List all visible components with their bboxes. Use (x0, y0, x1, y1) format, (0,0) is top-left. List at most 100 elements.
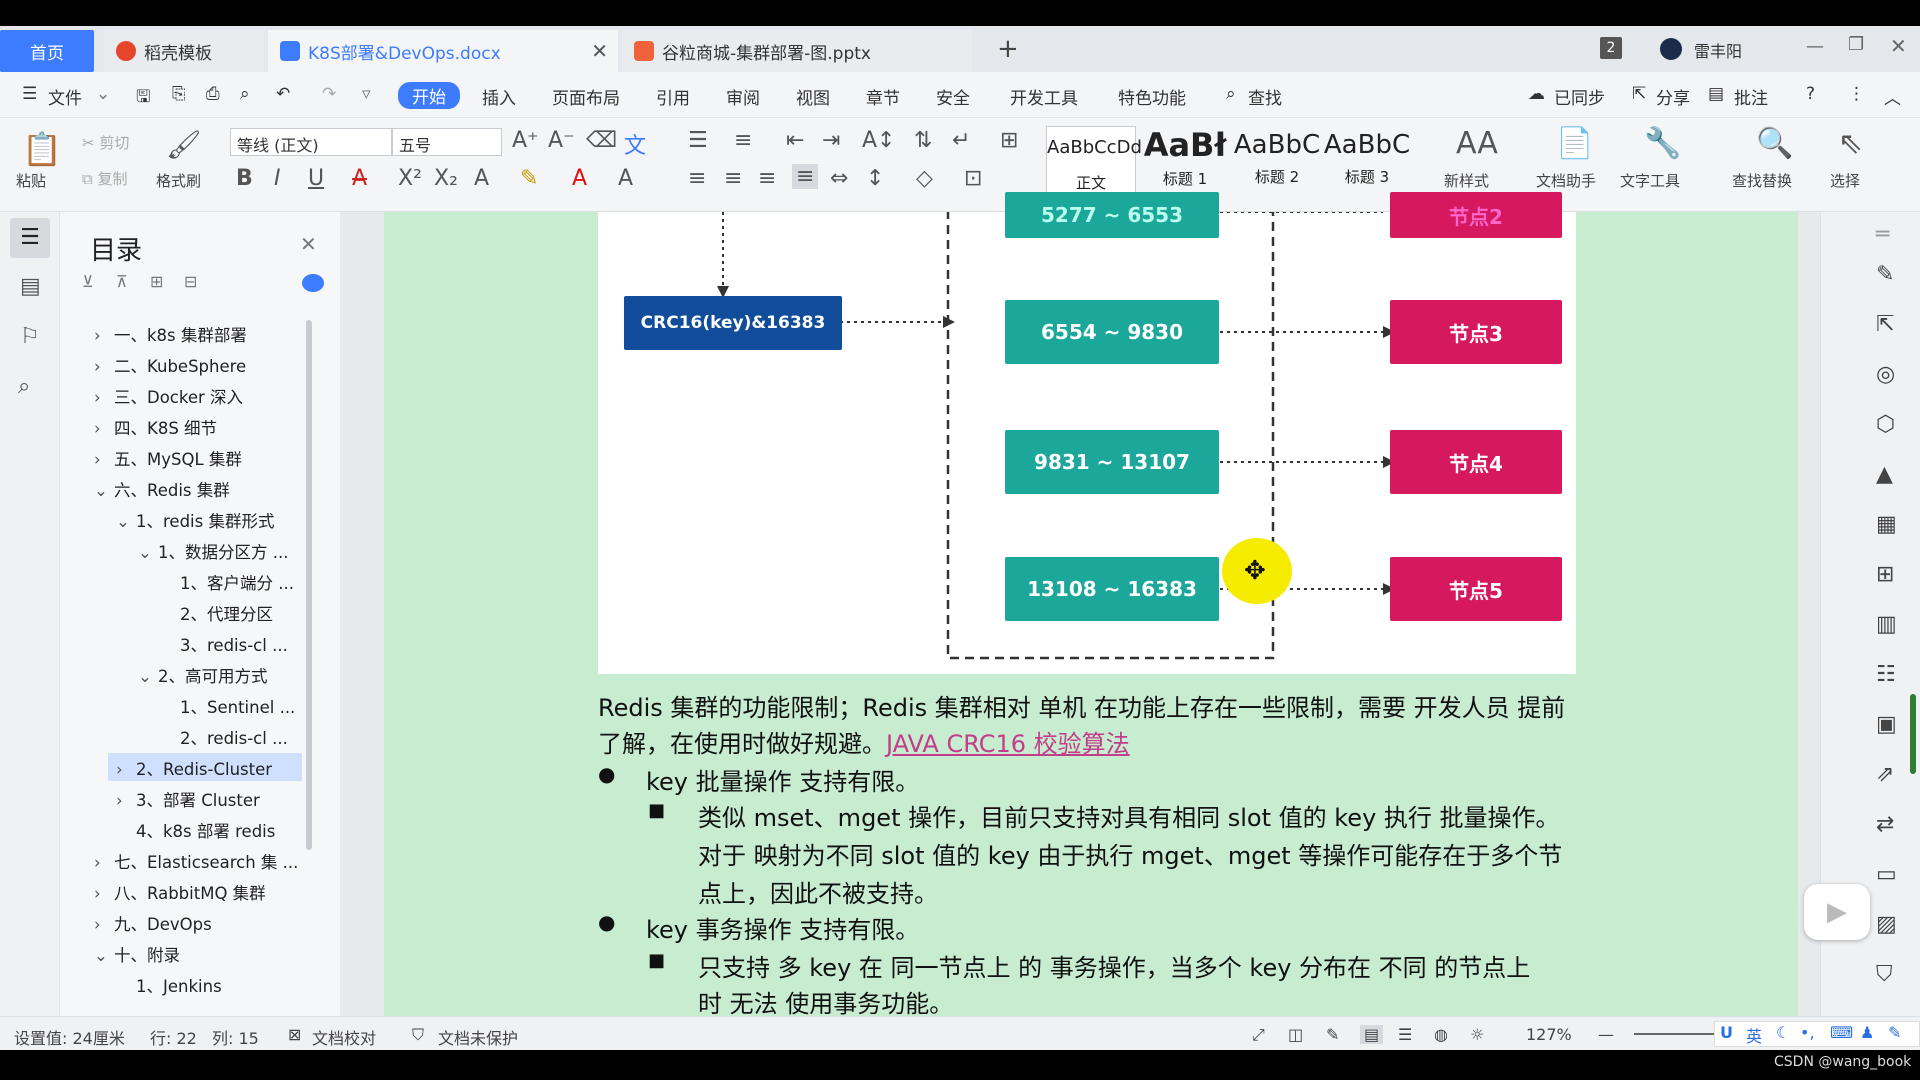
text-direction-icon[interactable]: A↕ (862, 128, 895, 153)
table-icon[interactable]: ⊞ (1000, 128, 1018, 153)
copy-button[interactable]: ⧉ 复制 (82, 168, 128, 189)
crc16-link[interactable]: JAVA CRC16 校验算法 (886, 730, 1130, 758)
menu-chapter[interactable]: 章节 (866, 84, 900, 109)
style-heading-2[interactable]: AaBbC 标题 2 (1232, 126, 1322, 204)
help-icon[interactable]: ? (1806, 84, 1815, 104)
smart-toc-icon[interactable] (302, 274, 324, 292)
grow-font-icon[interactable]: A⁺ (512, 128, 539, 153)
close-window-icon[interactable]: ✕ (1890, 34, 1907, 58)
strikethrough-icon[interactable]: A (352, 166, 367, 191)
toc-item[interactable]: › 五、MySQL 集群 (94, 446, 242, 470)
text-effect-icon[interactable]: A (474, 166, 489, 191)
outline-view-icon[interactable]: ☰ (1398, 1025, 1412, 1044)
toc-item[interactable]: › 一、k8s 集群部署 (94, 322, 247, 346)
add-heading-icon[interactable]: ⊞ (150, 272, 163, 291)
menu-insert[interactable]: 插入 (482, 84, 516, 109)
settings-sliders-icon[interactable]: ☷ (1876, 662, 1896, 687)
avatar[interactable] (1660, 38, 1682, 60)
zoom-slider[interactable] (1634, 1033, 1718, 1035)
close-icon[interactable]: ✕ (300, 232, 317, 256)
toc-item[interactable]: 3、redis-cl ... (180, 632, 288, 656)
tab-k8s-doc[interactable]: K8S部署&DevOps.docx ✕ (268, 30, 618, 72)
format-painter-button[interactable]: 格式刷 (156, 170, 201, 191)
toc-item[interactable]: 2、redis-cl ... (180, 725, 288, 749)
menu-file[interactable]: 文件 (48, 84, 82, 109)
toc-item[interactable]: › 二、KubeSphere (94, 353, 246, 377)
chevron-right-icon[interactable]: › (94, 450, 114, 469)
wrench-icon[interactable]: 🔧 (1644, 126, 1681, 161)
decrease-indent-icon[interactable]: ⇤ (786, 128, 804, 153)
export-icon[interactable]: ⎘ (172, 84, 186, 104)
superscript-icon[interactable]: X² (398, 166, 422, 191)
underline-icon[interactable]: U (308, 166, 324, 191)
tab-docer-templates[interactable]: 稻壳模板 (104, 30, 264, 72)
restore-icon[interactable]: ❐ (1848, 34, 1864, 55)
chevron-right-icon[interactable]: › (94, 419, 114, 438)
new-tab-button[interactable]: + (997, 34, 1019, 64)
clear-format-icon[interactable]: ⌫ (586, 128, 617, 153)
minimize-icon[interactable]: — (1806, 36, 1824, 57)
align-right-icon[interactable]: ≡ (758, 166, 776, 191)
shrink-font-icon[interactable]: A⁻ (548, 128, 575, 153)
toc-item[interactable]: ⌄ 1、redis 集群形式 (116, 508, 274, 532)
chevron-down-icon[interactable]: ⌄ (96, 84, 110, 104)
toc-item[interactable]: ⌄ 十、附录 (94, 942, 180, 966)
window-count-badge[interactable]: 2 (1600, 37, 1622, 59)
select-button[interactable]: 选择 (1830, 170, 1860, 191)
shapes-icon[interactable]: ⬡ (1876, 412, 1895, 437)
redo-icon[interactable]: ↷ (322, 84, 336, 104)
toc-item[interactable]: 2、代理分区 (180, 601, 273, 625)
pen-icon[interactable]: ✎ (1876, 262, 1894, 287)
undo-icon[interactable]: ↶ (276, 84, 290, 104)
chevron-right-icon[interactable]: › (94, 326, 114, 345)
new-style-icon[interactable]: AA (1456, 126, 1498, 161)
chevron-right-icon[interactable]: › (94, 357, 114, 376)
toc-item[interactable]: ⌄ 六、Redis 集群 (94, 477, 230, 501)
menu-layout[interactable]: 页面布局 (552, 84, 620, 109)
menu-dev-tools[interactable]: 开发工具 (1010, 84, 1078, 109)
moon-icon[interactable]: ☾ (1776, 1023, 1790, 1042)
find-panel-icon[interactable]: ⌕ (18, 374, 30, 399)
remove-heading-icon[interactable]: ⊟ (184, 272, 197, 291)
chevron-right-icon[interactable]: › (94, 915, 114, 934)
cursor-icon[interactable]: ⇖ (1838, 126, 1863, 161)
sort-icon[interactable]: ⇅ (914, 128, 932, 153)
doc-helper-button[interactable]: 文档助手 (1536, 170, 1596, 191)
line-spacing-icon[interactable]: ↕ (866, 166, 884, 191)
chart-icon[interactable]: ▥ (1876, 612, 1897, 637)
chevron-down-icon[interactable]: ⌄ (94, 946, 114, 965)
redis-slot-diagram[interactable]: CRC16(key)&16383 5277 ~ 6553 6554 ~ 9830… (598, 192, 1576, 674)
ime-lang[interactable]: 英 (1746, 1023, 1762, 1047)
bold-icon[interactable]: B (236, 166, 253, 191)
user-icon[interactable]: ♟ (1860, 1023, 1874, 1042)
user-name[interactable]: 雷丰阳 (1694, 38, 1742, 62)
char-shading-icon[interactable]: A (618, 166, 633, 191)
toc-item[interactable]: › 七、Elasticsearch 集 ... (94, 849, 298, 873)
translate-icon[interactable]: ▲ (1876, 462, 1893, 487)
more-icon[interactable]: ⋮ (1848, 84, 1865, 104)
font-size-select[interactable]: 五号 (392, 128, 502, 156)
doc-helper-icon[interactable]: 📄 (1556, 126, 1593, 161)
tool-icon[interactable]: ✎ (1888, 1023, 1901, 1042)
web-view-icon[interactable]: ◍ (1434, 1025, 1448, 1044)
keyboard-icon[interactable]: ⌨ (1830, 1023, 1853, 1042)
font-name-select[interactable]: 等线 (正文) (230, 128, 392, 156)
collapse-ribbon-icon[interactable]: ︿ (1884, 84, 1901, 109)
format-painter-icon[interactable]: 🖌 (166, 128, 202, 161)
menu-start[interactable]: 开始 (398, 82, 460, 109)
new-style-button[interactable]: 新样式 (1444, 170, 1489, 191)
toc-item[interactable]: › 八、RabbitMQ 集群 (94, 880, 266, 904)
punct-icon[interactable]: •, (1800, 1023, 1815, 1042)
subscript-icon[interactable]: X₂ (434, 166, 458, 191)
text-tools-button[interactable]: 文字工具 (1620, 170, 1680, 191)
toc-item[interactable]: › 四、K8S 细节 (94, 415, 217, 439)
translate-text-icon[interactable]: ⇄ (1876, 812, 1894, 837)
expand-all-icon[interactable]: ⊼ (116, 272, 128, 291)
table-grid-icon[interactable]: ▦ (1876, 512, 1897, 537)
close-icon[interactable]: ✕ (591, 39, 608, 63)
menu-features[interactable]: 特色功能 (1118, 84, 1186, 109)
fullscreen-icon[interactable]: ⤢ (1252, 1025, 1265, 1045)
zoom-level[interactable]: 127% (1526, 1025, 1572, 1044)
page-view-icon[interactable]: ▤ (1360, 1025, 1384, 1044)
apps-icon[interactable]: ⊞ (1876, 562, 1894, 587)
